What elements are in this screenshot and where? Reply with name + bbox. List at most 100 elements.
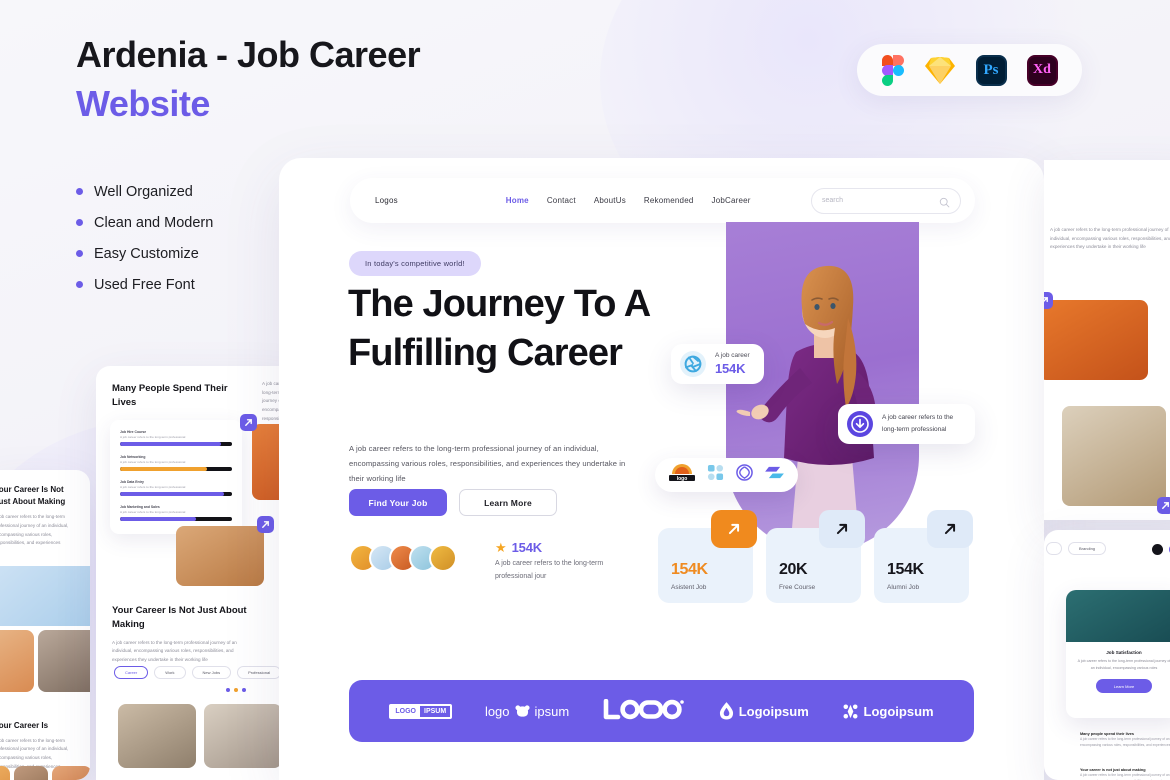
panel-title: Your Career Is Not Just About Making — [0, 485, 66, 506]
stat-value: 154K — [671, 561, 708, 578]
logo-ipsum-wordmark — [602, 699, 686, 723]
progress-track — [120, 492, 232, 496]
thumbnail — [52, 766, 90, 780]
bear-icon — [514, 704, 530, 717]
aperture-icon — [680, 351, 706, 377]
thumbnail — [38, 630, 90, 692]
search-placeholder: search — [822, 197, 844, 204]
progress-text: A job career refers to the long-term pro… — [120, 460, 186, 464]
adobe-xd-icon: Xd — [1026, 54, 1058, 86]
note-text: A job career refers to the long-term pro… — [1080, 773, 1170, 780]
brand-logo-pill: logo — [655, 458, 798, 492]
panel-paragraph: A job career refers to the long-term pro… — [0, 514, 69, 546]
feature-label: Used Free Font — [94, 276, 195, 293]
bullet-icon — [76, 219, 83, 226]
panel-title: Many People Spend Their Lives — [112, 383, 228, 408]
nav-link-jobcareer[interactable]: JobCareer — [712, 196, 751, 205]
floating-card-value: 154K — [715, 361, 746, 376]
nav-link-rekomended[interactable]: Rekomended — [644, 196, 694, 205]
arrow-badge[interactable] — [819, 510, 865, 548]
logo-ipsum-bear: logo ipsum — [485, 704, 569, 719]
stat-card-free-course[interactable]: 20K Free Course — [766, 510, 865, 603]
logo-ipsum-drop: Logoipsum — [719, 702, 809, 720]
burst-icon — [843, 704, 858, 718]
nav-links: Home Contact AboutUs Rekomended JobCaree… — [506, 196, 751, 205]
rating-caption: A job career refers to the long-term pro… — [495, 560, 604, 580]
carousel-dots[interactable] — [226, 688, 246, 692]
job-satisfaction-card: Job Satisfaction A job career refers to … — [1066, 590, 1170, 718]
progress-track — [120, 467, 232, 471]
preview-panel-right-bottom: Branding Job Satisfaction A job career r… — [1044, 530, 1170, 780]
filter-pill-new-jobs[interactable]: New Jobs — [191, 666, 232, 679]
filter-pill[interactable] — [1046, 542, 1062, 555]
progress-label: Job Data Entry — [120, 480, 144, 484]
search-icon — [939, 195, 950, 208]
list-item: Easy Customize — [76, 238, 213, 269]
filter-pill-work[interactable]: Work — [154, 666, 186, 679]
preview-panel-far-left: Your Career Is Not Just About Making A j… — [0, 470, 90, 780]
progress-row: Job Hire Course A job career refers to t… — [120, 430, 232, 446]
preview-panel-left: Many People Spend Their Lives A job care… — [96, 366, 300, 780]
arrow-badge[interactable] — [257, 516, 274, 533]
app-compatibility-badge: Ps Xd — [857, 44, 1082, 96]
page-subtitle: Website — [76, 83, 210, 124]
logo-part-2: IPSUM — [424, 707, 447, 715]
website-mockup: Logos Home Contact AboutUs Rekomended Jo… — [279, 158, 1044, 780]
navbar: Logos Home Contact AboutUs Rekomended Jo… — [350, 178, 975, 223]
slash-icon — [765, 465, 784, 485]
list-item: Clean and Modern — [76, 207, 213, 238]
panel-paragraph: A job career refers to the long-term pro… — [1050, 227, 1170, 250]
panel-paragraph-2: A job career refers to the long-term pro… — [112, 639, 237, 662]
stat-card-alumni-job[interactable]: 154K Alumni Job — [874, 510, 973, 603]
svg-text:logo: logo — [677, 476, 688, 482]
progress-track — [120, 442, 232, 446]
list-item: Well Organized — [76, 176, 213, 207]
figma-alt-icon — [707, 464, 724, 486]
filter-pill-branding[interactable]: Branding — [1068, 542, 1107, 555]
learn-more-button[interactable]: Learn More — [1096, 679, 1152, 694]
arrow-badge[interactable] — [240, 414, 257, 431]
stat-cards: 154K Asistent Job 20K Free Course 154K A… — [658, 510, 973, 603]
logo-part-1: LOGO — [391, 705, 420, 717]
nav-link-contact[interactable]: Contact — [547, 196, 576, 205]
progress-row: Job Marketing and Sales A job career ref… — [120, 505, 232, 521]
bullet-icon — [76, 281, 83, 288]
logo-text-left: logo — [484, 703, 510, 719]
avatar — [429, 544, 457, 572]
stat-card-asistent-job[interactable]: 154K Asistent Job — [658, 510, 757, 603]
nav-link-aboutus[interactable]: AboutUs — [594, 196, 626, 205]
preview-panel-right-top: A job career refers to the long-term pro… — [1044, 160, 1170, 520]
arrow-badge[interactable] — [1157, 497, 1170, 514]
stat-value: 20K — [779, 561, 808, 578]
arrow-badge[interactable] — [711, 510, 757, 548]
learn-more-button[interactable]: Learn More — [459, 489, 557, 516]
find-your-job-button[interactable]: Find Your Job — [349, 489, 447, 516]
hero-title: The Journey To A Fulfilling Career — [348, 283, 650, 374]
color-swatches[interactable] — [1152, 544, 1170, 555]
drop-icon — [719, 702, 733, 720]
nav-link-home[interactable]: Home — [506, 196, 529, 205]
logo-sunset-icon: logo — [669, 463, 695, 487]
feature-list: Well Organized Clean and Modern Easy Cus… — [76, 176, 213, 300]
logo-text: Logoipsum — [738, 703, 809, 719]
arrow-badge[interactable] — [927, 510, 973, 548]
thumbnail — [204, 704, 282, 768]
logo-ipsum-burst: Logoipsum — [842, 703, 934, 720]
panel-title-2: Your Career Is — [0, 721, 49, 730]
floating-card-label: A job career — [715, 352, 750, 359]
stat-label: Free Course — [779, 584, 816, 591]
filter-pill-career[interactable]: Career — [114, 666, 149, 679]
thumbnail — [1062, 406, 1170, 514]
download-circle-icon — [847, 411, 873, 437]
arrow-badge[interactable] — [1044, 292, 1053, 309]
search-input[interactable]: search — [811, 187, 961, 214]
filter-pill-professional[interactable]: Professional — [237, 666, 282, 679]
hero-image — [726, 222, 919, 552]
partner-logo-banner: LOGO IPSUM logo ipsum Logoipsum Logoipsu… — [349, 680, 974, 742]
bullet-icon — [76, 188, 83, 195]
stat-label: Asistent Job — [671, 584, 707, 591]
progress-label: Job Networking — [120, 455, 146, 459]
nav-logo[interactable]: Logos — [375, 196, 398, 205]
bullet-icon — [76, 250, 83, 257]
stat-value: 154K — [887, 561, 924, 578]
